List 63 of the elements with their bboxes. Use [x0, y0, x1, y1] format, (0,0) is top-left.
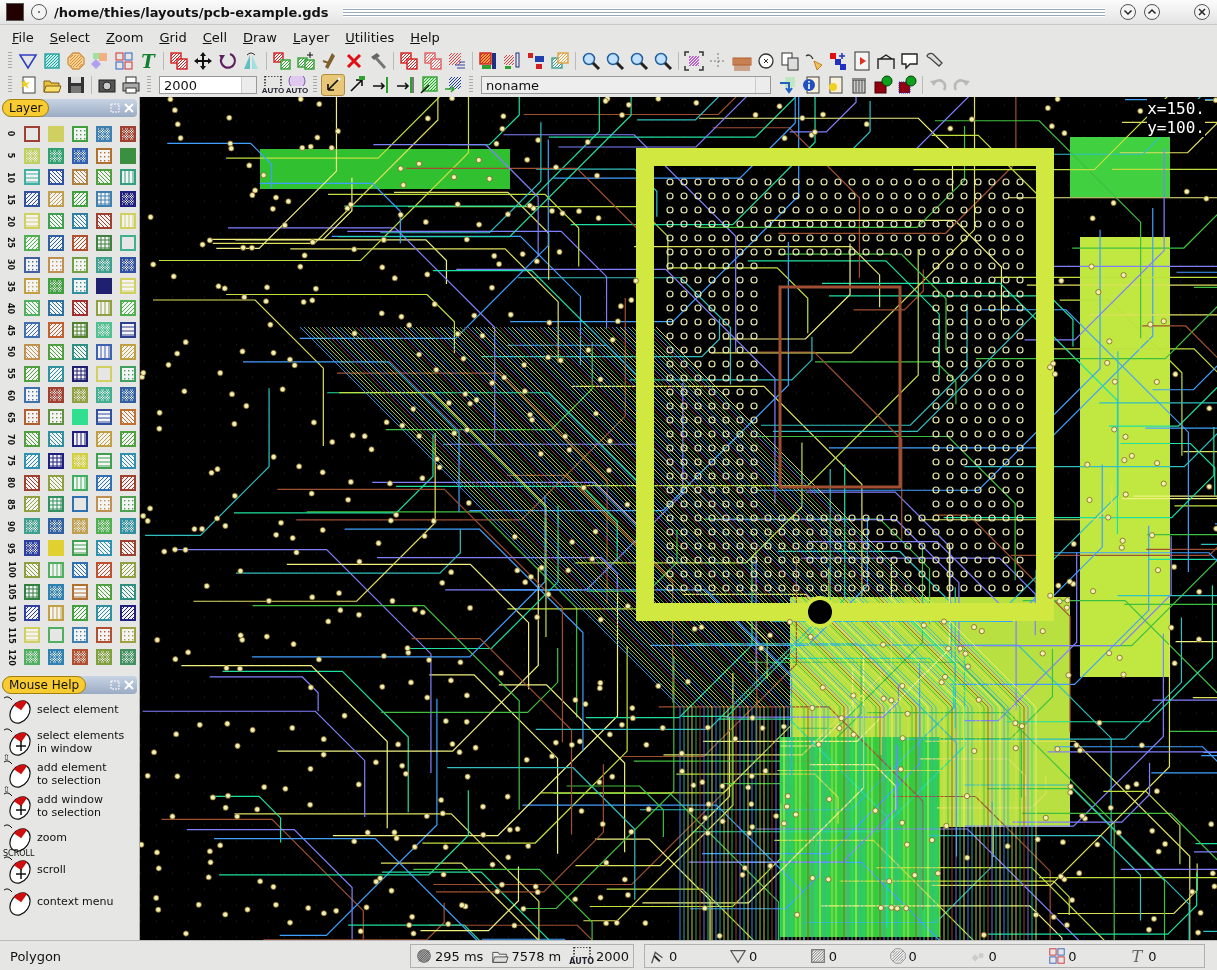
menu-item[interactable]: File: [4, 29, 42, 45]
layer-number: 60: [6, 389, 16, 401]
layer-number: 0: [6, 131, 16, 137]
mouse-help-text: add window to selection: [37, 792, 103, 819]
layer-number: 70: [6, 433, 16, 445]
layer-number: 50: [6, 346, 16, 358]
layer-number: 45: [6, 324, 16, 336]
status-message: Polygon: [9, 948, 63, 964]
mouse-help-text: zoom: [37, 831, 67, 845]
mouse-help-text: context menu: [37, 895, 114, 909]
coordinate-readout: y=100.: [1147, 118, 1205, 137]
modifier-label: SCROLL: [3, 848, 35, 858]
mouse-help-text: scroll: [37, 863, 66, 877]
dock-title: Layer: [2, 99, 50, 117]
layer-number: 105: [6, 583, 16, 600]
grid-size-combo[interactable]: 2000: [159, 76, 257, 94]
element-count: 0: [908, 948, 917, 964]
layer-number: 120: [6, 648, 16, 666]
menu-item[interactable]: Utilities: [337, 29, 403, 45]
modifier-label: ⇧: [3, 752, 10, 762]
layer-number: 65: [6, 411, 16, 423]
layer-number: 95: [6, 542, 16, 554]
element-count: 0: [828, 948, 838, 964]
status-value: 7578 m: [511, 948, 562, 964]
menu-item[interactable]: Grid: [151, 29, 195, 45]
layer-number: 25: [6, 237, 16, 249]
layer-number: 15: [6, 193, 16, 205]
window-title: /home/thies/layouts/pcb-example.gds: [54, 4, 329, 20]
mouse-help-text: select element: [37, 703, 119, 717]
element-count: 0: [748, 948, 758, 964]
status-value: 2000: [596, 948, 630, 964]
layer-number: 30: [6, 259, 16, 271]
menu-item[interactable]: Select: [41, 29, 98, 45]
element-count: 0: [988, 948, 997, 964]
text-tool-icon: T: [1128, 947, 1147, 965]
cell-combo[interactable]: noname: [481, 76, 771, 94]
mouse-help-text: select elements in window: [37, 728, 125, 755]
status-value: 295 ms: [435, 948, 484, 964]
layer-number: 35: [6, 280, 16, 293]
layer-number: 20: [6, 215, 16, 227]
element-count: 0: [1068, 948, 1077, 964]
modifier-label: ⇧: [3, 784, 10, 794]
layer-number: 85: [6, 498, 16, 510]
menu-item[interactable]: Zoom: [97, 29, 152, 45]
element-count: 0: [1148, 948, 1157, 964]
dock-title: Mouse Help: [2, 675, 87, 694]
coordinate-readout: x=150.: [1147, 99, 1205, 118]
layer-number: 80: [6, 477, 16, 489]
menu-item[interactable]: Help: [402, 29, 448, 45]
mouse-help-text: add element to selection: [37, 760, 107, 787]
layer-number: 10: [6, 171, 16, 184]
menu-item[interactable]: Cell: [194, 29, 235, 45]
element-count: 0: [669, 948, 678, 964]
layer-number: 75: [6, 455, 16, 467]
layer-number: 115: [6, 626, 16, 644]
menu-item[interactable]: Draw: [235, 29, 285, 45]
layer-number: 90: [6, 520, 16, 532]
menu-item[interactable]: Layer: [284, 29, 338, 45]
layer-number: 55: [6, 368, 16, 380]
layer-number: 5: [6, 152, 16, 159]
layer-number: 40: [6, 302, 16, 314]
layer-number: 100: [6, 561, 16, 579]
layer-number: 110: [6, 605, 16, 622]
